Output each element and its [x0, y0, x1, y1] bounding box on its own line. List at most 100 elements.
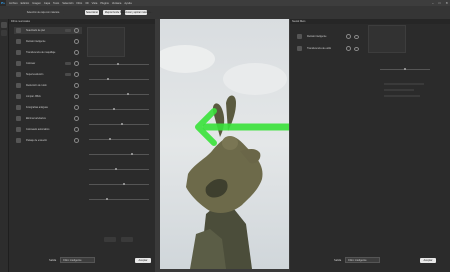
filter-item-dreamscape[interactable]: Paisaje de ensueño	[14, 137, 82, 144]
menu-ayuda[interactable]: Ayuda	[124, 2, 131, 5]
slider-knob[interactable]	[106, 198, 108, 200]
filter-item-auto-color[interactable]: Coloreado automático	[14, 126, 82, 133]
panel-title: Neural filters	[292, 20, 306, 23]
filter-thumbnail-icon	[297, 34, 302, 39]
filter-label: Transferencia de maquillaje	[26, 51, 56, 54]
filter-label: Coloreado automático	[26, 128, 50, 131]
status-badge	[65, 73, 71, 76]
output-row: Salida Filtro inteligente Aceptar	[49, 257, 152, 263]
minimize-icon[interactable]: –	[432, 1, 434, 5]
close-icon[interactable]: ✕	[445, 1, 448, 5]
toggle-icon[interactable]	[74, 50, 79, 55]
toggle-icon[interactable]	[74, 39, 79, 44]
slider-knob[interactable]	[121, 123, 123, 125]
menu-imagen[interactable]: Imagen	[32, 2, 41, 5]
menu-texto[interactable]: Texto	[53, 2, 59, 5]
filter-thumbnail-icon	[16, 61, 21, 66]
slider-knob[interactable]	[115, 168, 117, 170]
layer-mask-selection-button[interactable]: Selección de capa con máscara	[22, 10, 64, 15]
filter-item-remove-artifacts[interactable]: Eliminar artefactos	[14, 115, 82, 122]
slider-knob[interactable]	[127, 93, 129, 95]
toggle-icon[interactable]	[346, 34, 351, 39]
filter-preview-thumbnail	[368, 25, 406, 53]
toggle-icon[interactable]	[74, 105, 79, 110]
slider-knob[interactable]	[107, 78, 109, 80]
filter-label: Retrato inteligente	[307, 35, 327, 38]
slider-track[interactable]	[89, 124, 149, 125]
ok-button[interactable]: Aceptar	[134, 257, 152, 263]
filter-item-style-transfer[interactable]: Transferencia de estilo	[295, 45, 359, 52]
slider-knob[interactable]	[113, 108, 115, 110]
slider-track[interactable]	[89, 64, 149, 65]
filter-thumbnail-icon	[16, 83, 21, 88]
filter-label: Paisaje de ensueño	[26, 139, 48, 142]
output-select[interactable]: Filtro inteligente	[345, 257, 380, 263]
toggle-icon[interactable]	[74, 116, 79, 121]
statue-photo	[160, 19, 289, 269]
toggle-icon[interactable]	[74, 72, 79, 77]
menu-ventana[interactable]: Ventana	[112, 2, 122, 5]
slider-knob[interactable]	[109, 138, 111, 140]
menu-plugins[interactable]: Plugins	[100, 2, 109, 5]
panel-option-button[interactable]	[104, 237, 116, 242]
toggle-icon[interactable]	[74, 127, 79, 132]
hand-tool-icon[interactable]	[1, 30, 7, 36]
slider-knob[interactable]	[131, 153, 133, 155]
filter-item-smart-portrait[interactable]: Retrato inteligente	[295, 33, 359, 40]
select-button[interactable]: Seleccionar	[85, 10, 99, 15]
filter-item-superresolution[interactable]: Superresolución	[14, 71, 82, 78]
filter-label: Superresolución	[26, 73, 44, 76]
output-label: Salida	[334, 258, 342, 262]
slider-knob[interactable]	[123, 183, 125, 185]
slider-track[interactable]	[89, 109, 149, 110]
slider-track[interactable]	[89, 184, 149, 185]
menu-filtro[interactable]: Filtro	[76, 2, 82, 5]
panel-option-button[interactable]	[121, 237, 133, 242]
status-badge	[65, 62, 71, 65]
slider-knob[interactable]	[404, 68, 406, 70]
slider-track[interactable]	[89, 139, 149, 140]
eye-icon[interactable]	[354, 34, 359, 39]
menu-edicion[interactable]: Edición	[21, 2, 30, 5]
filter-item-smart-portrait[interactable]: Retrato inteligente	[14, 38, 82, 45]
menu-capa[interactable]: Capa	[44, 2, 50, 5]
refine-edge-button[interactable]: Mejorar borde	[103, 10, 121, 15]
filter-item-old-photos[interactable]: Fotografías antiguas	[14, 104, 82, 111]
slider-knob[interactable]	[117, 63, 119, 65]
slider-track[interactable]	[89, 154, 149, 155]
maximize-icon[interactable]: □	[439, 1, 441, 5]
eye-icon[interactable]	[354, 46, 359, 51]
select-and-mask-button[interactable]: Seleccionar y aplicar máscara...	[120, 10, 152, 15]
slider-track[interactable]	[89, 199, 149, 200]
move-tool-icon[interactable]	[1, 22, 7, 28]
filter-thumbnail-icon	[16, 105, 21, 110]
menu-3d[interactable]: 3D	[85, 2, 88, 5]
slider-track[interactable]	[89, 79, 149, 80]
output-row: Salida Filtro inteligente Aceptar	[334, 257, 437, 263]
output-select[interactable]: Filtro inteligente	[60, 257, 95, 263]
filter-item-makeup-transfer[interactable]: Transferencia de maquillaje	[14, 49, 82, 56]
menu-vista[interactable]: Vista	[92, 2, 98, 5]
toggle-icon[interactable]	[74, 83, 79, 88]
toggle-icon[interactable]	[346, 46, 351, 51]
filter-label: Fotografías antiguas	[26, 106, 48, 109]
toggle-icon[interactable]	[74, 94, 79, 99]
menu-seleccion[interactable]: Selección	[62, 2, 73, 5]
filter-label: Colorear	[26, 62, 36, 65]
slider-track[interactable]	[89, 94, 149, 95]
slider-track[interactable]	[89, 169, 149, 170]
filter-item-colorize[interactable]: Colorear	[14, 60, 82, 67]
filter-item-skin-smoothing[interactable]: Suavizado de piel	[14, 27, 82, 34]
filter-thumbnail-icon	[16, 94, 21, 99]
filter-item-noise-reduction[interactable]: Reducción de ruido	[14, 82, 82, 89]
option-row	[384, 89, 414, 91]
filter-thumbnail-icon	[16, 116, 21, 121]
option-row	[384, 95, 420, 97]
document-image[interactable]	[160, 19, 289, 269]
toggle-icon[interactable]	[74, 138, 79, 143]
menu-archivo[interactable]: Archivo	[9, 2, 18, 5]
toggle-icon[interactable]	[74, 61, 79, 66]
filter-item-jpeg-cleanup[interactable]: Limpiar JPEG	[14, 93, 82, 100]
ok-button[interactable]: Aceptar	[419, 257, 437, 263]
toggle-icon[interactable]	[74, 28, 79, 33]
